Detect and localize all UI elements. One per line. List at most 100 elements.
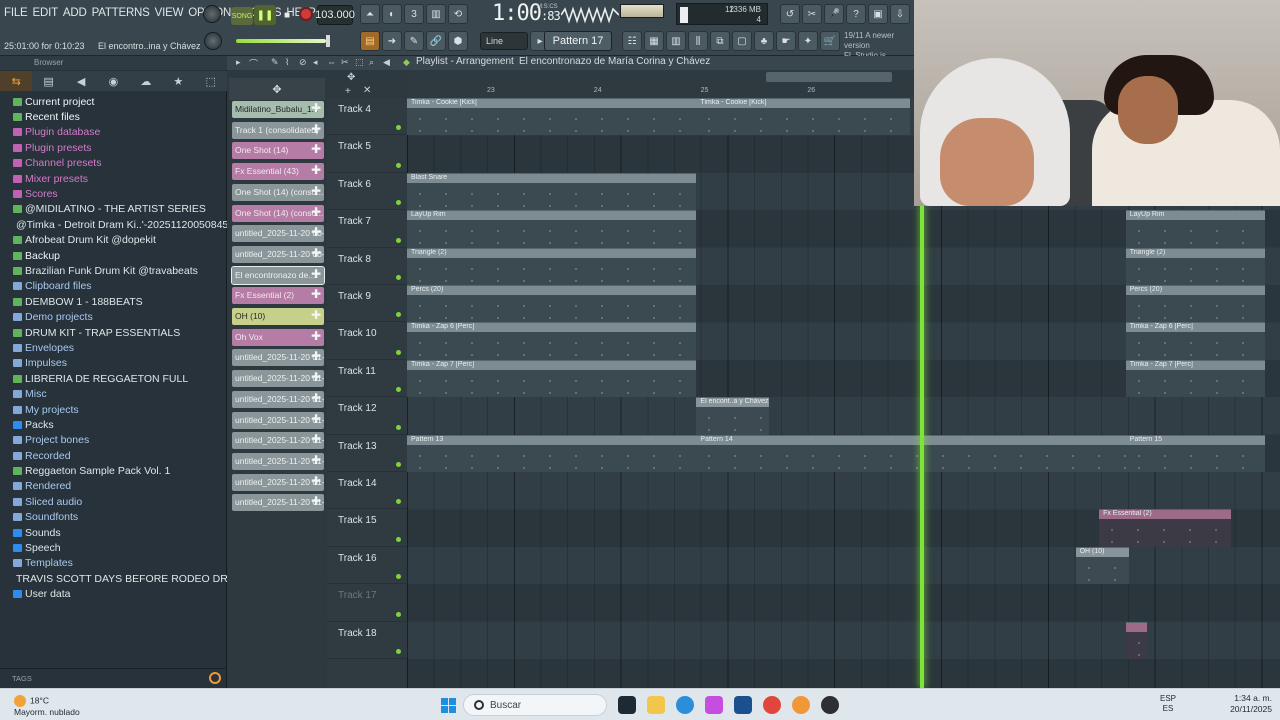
menu-item[interactable]: PATTERNS xyxy=(92,7,150,19)
delete-tool-icon[interactable]: ⊘ xyxy=(299,57,307,68)
playlist-clip[interactable]: OH (10) xyxy=(1075,546,1129,585)
tab-project[interactable]: ▤ xyxy=(32,71,64,91)
cart-icon[interactable]: 🛒 xyxy=(820,31,840,51)
track-mute-led[interactable] xyxy=(396,387,401,393)
track-mute-led[interactable] xyxy=(396,274,401,280)
link-icon[interactable]: 🔗 xyxy=(426,31,446,51)
playback-tool-icon[interactable]: ◀ xyxy=(383,57,390,68)
picker-clip[interactable]: untitled_2025-11-20 01-... ✚ xyxy=(232,411,324,429)
file-explorer-icon[interactable] xyxy=(647,696,665,714)
browser-item[interactable]: LIBRERIA DE REGGAETON FULL xyxy=(0,371,227,386)
brush-icon[interactable]: ✎ xyxy=(404,31,424,51)
picker-clip[interactable]: El encontronazo de... ✚ xyxy=(231,265,325,285)
tab-online[interactable]: ◉ xyxy=(97,71,129,91)
close-icon[interactable]: ✕ xyxy=(363,85,371,96)
browser-item[interactable]: Sliced audio xyxy=(0,494,227,509)
plugin-wrapper-icon[interactable]: ✦ xyxy=(798,31,818,51)
track-header[interactable]: Track 14 xyxy=(327,472,407,510)
language-indicator[interactable]: ESP ES xyxy=(1160,694,1176,714)
add-clip-icon[interactable]: ✚ xyxy=(311,412,321,426)
browser-item[interactable]: Brazilian Funk Drum Kit @travabeats xyxy=(0,263,227,278)
pause-button[interactable]: ❚❚ xyxy=(254,5,276,25)
picker-clip[interactable]: untitled_2025-11-20 00-... ✚ xyxy=(232,245,324,263)
horizontal-scrollbar[interactable] xyxy=(766,72,892,82)
browser-item[interactable]: User data xyxy=(0,587,227,602)
track-mute-led[interactable] xyxy=(396,461,401,467)
picker-clip[interactable]: untitled_2025-11-20 01-... ✚ xyxy=(232,349,324,367)
add-clip-icon[interactable]: ✚ xyxy=(311,205,321,219)
touch-keyboard-icon[interactable]: ☛ xyxy=(776,31,796,51)
track-header[interactable]: Track 9 xyxy=(327,285,407,323)
slice-tool-icon[interactable]: ✂ xyxy=(341,57,349,68)
browser-item[interactable]: DRUM KIT - TRAP ESSENTIALS xyxy=(0,325,227,340)
browser-item[interactable]: Misc xyxy=(0,386,227,401)
chrome-icon[interactable] xyxy=(763,696,781,714)
mic-icon[interactable]: 🎤 xyxy=(824,4,844,24)
add-clip-icon[interactable]: ✚ xyxy=(311,225,321,239)
undo-history-icon[interactable]: ↺ xyxy=(780,4,800,24)
mute-tool-icon[interactable]: ◂ xyxy=(313,57,318,68)
track-mute-led[interactable] xyxy=(396,349,401,355)
track-mute-led[interactable] xyxy=(396,611,401,617)
browser-item[interactable]: Project bones xyxy=(0,433,227,448)
browser-item[interactable]: TRAVIS SCOTT DAYS BEFORE RODEO DRUM KIT … xyxy=(0,571,227,586)
start-icon[interactable] xyxy=(441,698,456,713)
browser-item[interactable]: DEMBOW 1 - 188BEATS xyxy=(0,294,227,309)
track-mute-led[interactable] xyxy=(396,200,401,206)
track-header[interactable]: Track 12 xyxy=(327,397,407,435)
track-header[interactable]: Track 6 xyxy=(327,173,407,211)
export-icon[interactable]: ⇩ xyxy=(890,4,910,24)
playlist-clip[interactable]: El encont..a y Chávez xyxy=(696,397,770,435)
copilot-icon[interactable] xyxy=(705,696,723,714)
add-clip-icon[interactable]: ✚ xyxy=(311,246,321,260)
select-tool-icon[interactable]: ⬚ xyxy=(355,57,364,68)
track-header[interactable]: Track 18 xyxy=(327,622,407,659)
picker-clip[interactable]: untitled_2025-11-20 01-... ✚ xyxy=(232,473,324,491)
browser-item[interactable]: Afrobeat Drum Kit @dopekit xyxy=(0,233,227,248)
playlist-icon[interactable]: ☷ xyxy=(622,31,642,51)
track-header[interactable]: Track 17 xyxy=(327,584,407,622)
fl-studio-icon[interactable] xyxy=(792,696,810,714)
playlist-clip[interactable]: Timka - Cookie [Kick] xyxy=(696,98,911,136)
browser-item[interactable]: Rendered xyxy=(0,479,227,494)
picker-clip[interactable]: untitled_2025-11-20 01-... ✚ xyxy=(232,494,324,512)
browser-item[interactable]: Demo projects xyxy=(0,309,227,324)
zoom-icon[interactable]: ✥ xyxy=(347,72,355,83)
picker-clip[interactable]: One Shot (14) (conso... ✚ xyxy=(232,204,324,222)
move-icon[interactable]: ✥ xyxy=(272,83,281,96)
wait-input-icon[interactable]: ◐ xyxy=(382,4,402,24)
clock[interactable]: 1:34 a. m. 20/11/2025 xyxy=(1230,693,1272,715)
browser-item[interactable]: My projects xyxy=(0,402,227,417)
browser-item[interactable]: Scores xyxy=(0,186,227,201)
task-view-icon[interactable] xyxy=(618,696,636,714)
track-header[interactable]: Track 10 xyxy=(327,322,407,360)
browser-item[interactable]: Sounds xyxy=(0,525,227,540)
picker-clip[interactable]: untitled_2025-11-20 01-... ✚ xyxy=(232,452,324,470)
master-pitch-knob[interactable] xyxy=(204,32,222,50)
slip-tool-icon[interactable]: ⇔ xyxy=(327,57,336,67)
track-header[interactable]: Track 13 xyxy=(327,435,407,472)
browser-item[interactable]: Plugin database xyxy=(0,125,227,140)
picker-clip[interactable]: untitled_2025-11-20 00-... ✚ xyxy=(232,225,324,243)
browser-item[interactable]: Clipboard files xyxy=(0,279,227,294)
record-button[interactable] xyxy=(299,7,313,21)
menu-item[interactable]: EDIT xyxy=(33,7,59,19)
picker-clip[interactable]: Fx Essential (2) ✚ xyxy=(232,287,324,305)
browser-item[interactable]: Plugin presets xyxy=(0,140,227,155)
playlist-clip[interactable]: Percs (20) xyxy=(407,285,697,323)
playlist-clip[interactable]: Pattern 13 xyxy=(407,434,697,472)
track-mute-led[interactable] xyxy=(396,237,401,243)
picker-clip[interactable]: One Shot (14) ✚ xyxy=(232,142,324,160)
track-header[interactable]: Track 11 xyxy=(327,360,407,398)
playlist-clip[interactable] xyxy=(1125,621,1148,659)
stop-button[interactable]: ■ xyxy=(277,5,297,25)
browser-item[interactable]: @MIDILATINO - THE ARTIST SERIES xyxy=(0,202,227,217)
track-header[interactable]: Track 16 xyxy=(327,547,407,585)
browser-item[interactable]: Envelopes xyxy=(0,340,227,355)
playlist-clip[interactable]: LayUp Rim xyxy=(407,210,697,248)
arrow-nav-icon[interactable]: ◆ xyxy=(403,57,410,68)
browser-item[interactable]: Recorded xyxy=(0,448,227,463)
add-clip-icon[interactable]: ✚ xyxy=(311,308,321,322)
help-icon[interactable]: ? xyxy=(846,4,866,24)
track-mute-led[interactable] xyxy=(396,125,401,131)
